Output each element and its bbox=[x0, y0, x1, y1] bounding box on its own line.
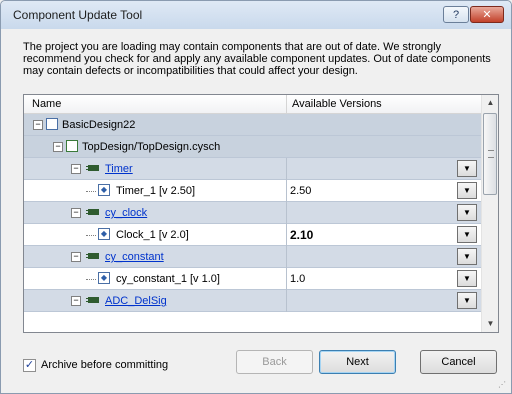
project-name: BasicDesign22 bbox=[62, 119, 136, 131]
project-icon bbox=[46, 118, 58, 130]
scroll-thumb[interactable] bbox=[483, 113, 497, 195]
archive-label: Archive before committing bbox=[41, 359, 169, 371]
title-bar[interactable]: Component Update Tool ? ✕ bbox=[1, 1, 511, 29]
next-button[interactable]: Next bbox=[319, 350, 396, 374]
collapse-icon[interactable]: − bbox=[71, 208, 81, 218]
window-title: Component Update Tool bbox=[13, 8, 143, 22]
tree-row-component-cy-clock[interactable]: − cy_clock ▼ bbox=[24, 202, 481, 224]
instance-icon: ◆ bbox=[98, 184, 110, 196]
instance-name: Timer_1 [v 2.50] bbox=[116, 185, 196, 197]
tree-row-component-timer[interactable]: − Timer ▼ bbox=[24, 158, 481, 180]
intro-text: The project you are loading may contain … bbox=[23, 41, 491, 77]
instance-name: cy_constant_1 [v 1.0] bbox=[116, 273, 220, 285]
tree-row-component-cy-constant[interactable]: − cy_constant ▼ bbox=[24, 246, 481, 268]
version-dropdown[interactable]: ▼ bbox=[457, 226, 477, 243]
component-icon bbox=[86, 209, 99, 215]
archive-checkbox[interactable]: ✓ bbox=[23, 359, 36, 372]
collapse-icon[interactable]: − bbox=[71, 252, 81, 262]
tree-row-instance-timer[interactable]: ◆ Timer_1 [v 2.50] 2.50 ▼ bbox=[24, 180, 481, 202]
collapse-icon[interactable]: − bbox=[71, 296, 81, 306]
version-dropdown[interactable]: ▼ bbox=[457, 182, 477, 199]
component-link-timer[interactable]: Timer bbox=[105, 163, 133, 175]
grid-header: Name Available Versions bbox=[24, 95, 481, 114]
tree-row-component-adc-delsig[interactable]: − ADC_DelSig ▼ bbox=[24, 290, 481, 312]
component-link-adc-delsig[interactable]: ADC_DelSig bbox=[105, 295, 167, 307]
close-button[interactable]: ✕ bbox=[470, 6, 504, 23]
version-value: 2.10 bbox=[290, 228, 314, 242]
collapse-icon[interactable]: − bbox=[71, 164, 81, 174]
version-value: 2.50 bbox=[290, 185, 312, 197]
column-header-name[interactable]: Name bbox=[32, 98, 61, 110]
tree-row-instance-constant[interactable]: ◆ cy_constant_1 [v 1.0] 1.0 ▼ bbox=[24, 268, 481, 290]
tree-row-project[interactable]: − BasicDesign22 bbox=[24, 114, 481, 136]
version-dropdown[interactable]: ▼ bbox=[457, 204, 477, 221]
component-update-dialog: Component Update Tool ? ✕ The project yo… bbox=[0, 0, 512, 394]
component-icon bbox=[86, 165, 99, 171]
version-dropdown[interactable]: ▼ bbox=[457, 248, 477, 265]
tree-row-partial bbox=[24, 312, 481, 332]
instance-icon: ◆ bbox=[98, 228, 110, 240]
schematic-icon bbox=[66, 140, 78, 152]
collapse-icon[interactable]: − bbox=[33, 120, 43, 130]
tree-row-instance-clock[interactable]: ◆ Clock_1 [v 2.0] 2.10 ▼ bbox=[24, 224, 481, 246]
version-value: 1.0 bbox=[290, 273, 306, 285]
resize-grip-icon[interactable]: ⋰ bbox=[498, 380, 508, 390]
scroll-up-icon[interactable]: ▲ bbox=[482, 95, 498, 111]
version-dropdown[interactable]: ▼ bbox=[457, 292, 477, 309]
instance-name: Clock_1 [v 2.0] bbox=[116, 229, 189, 241]
vertical-scrollbar[interactable]: ▲ ▼ bbox=[481, 95, 498, 332]
scroll-down-icon[interactable]: ▼ bbox=[482, 316, 498, 332]
collapse-icon[interactable]: − bbox=[53, 142, 63, 152]
help-button[interactable]: ? bbox=[443, 6, 469, 23]
component-grid: Name Available Versions − BasicDesign22 … bbox=[23, 94, 499, 333]
component-icon bbox=[86, 253, 99, 259]
tree-row-schematic[interactable]: − TopDesign/TopDesign.cysch bbox=[24, 136, 481, 158]
component-link-cy-clock[interactable]: cy_clock bbox=[105, 207, 147, 219]
version-dropdown[interactable]: ▼ bbox=[457, 270, 477, 287]
schematic-name: TopDesign/TopDesign.cysch bbox=[82, 141, 221, 153]
column-header-versions[interactable]: Available Versions bbox=[292, 98, 382, 110]
back-button[interactable]: Back bbox=[236, 350, 313, 374]
component-link-cy-constant[interactable]: cy_constant bbox=[105, 251, 164, 263]
cancel-button[interactable]: Cancel bbox=[420, 350, 497, 374]
instance-icon: ◆ bbox=[98, 272, 110, 284]
version-dropdown[interactable]: ▼ bbox=[457, 160, 477, 177]
component-icon bbox=[86, 297, 99, 303]
